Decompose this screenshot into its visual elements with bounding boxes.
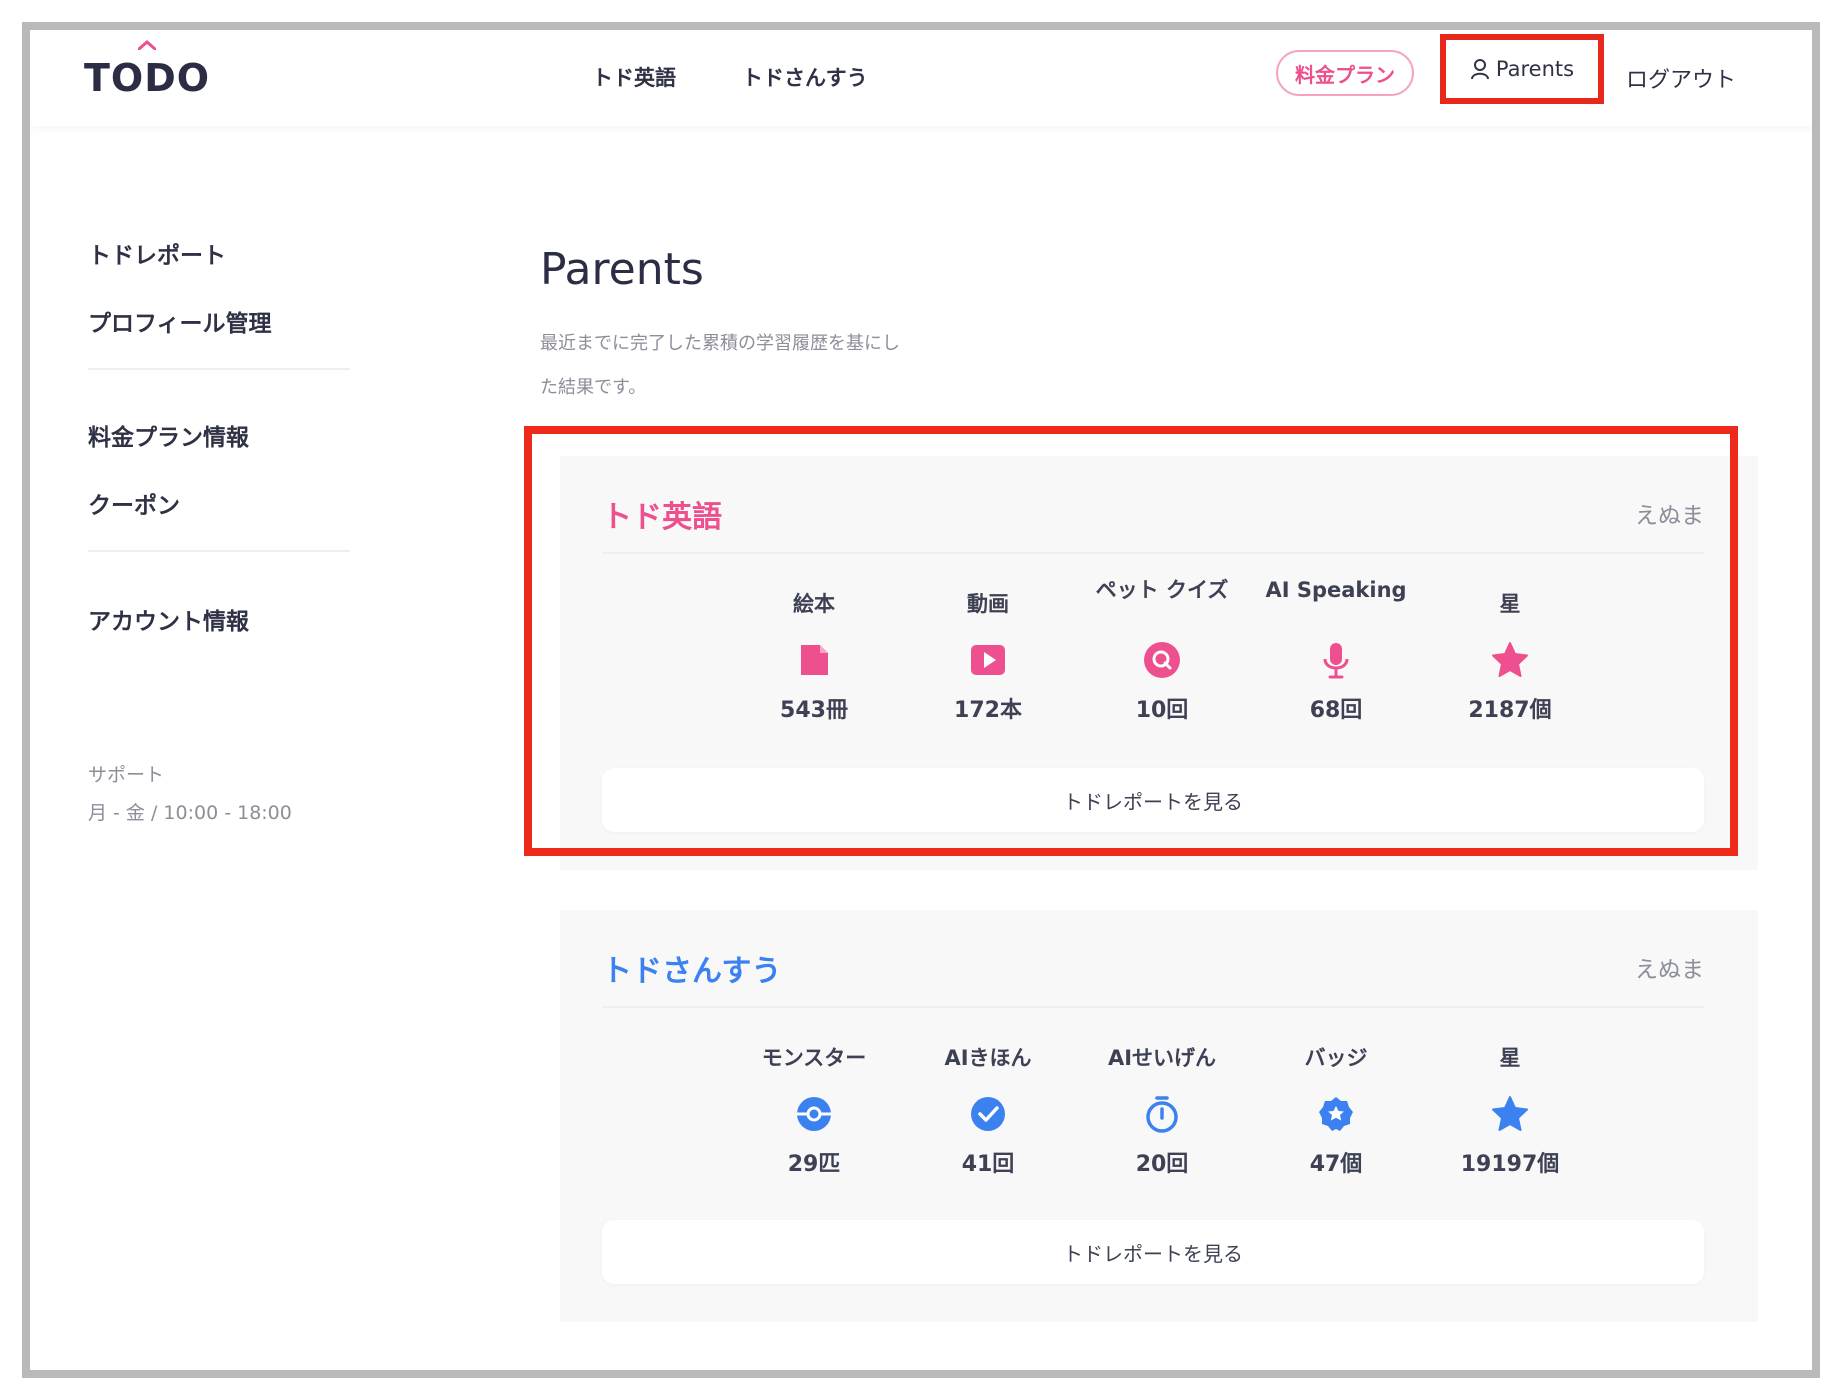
sidebar-divider (88, 368, 350, 370)
check-circle-icon (971, 1097, 1005, 1131)
support-label: サポート (88, 764, 165, 786)
support-hours: 月 - 金 / 10:00 - 18:00 (88, 802, 292, 824)
stat-value: 47個 (1309, 1152, 1363, 1177)
sidebar-item-plan[interactable]: 料金プラン情報 (88, 418, 249, 452)
sidebar-divider (88, 550, 350, 552)
user-icon (1470, 59, 1489, 80)
parents-button-label: Parents (1495, 57, 1575, 81)
stat-value: 29匹 (787, 1152, 841, 1177)
stat-value: 19197個 (1460, 1152, 1560, 1177)
app-window: TODO トド英語 トドさんすう 料金プラン Parents ログアウト トドレ… (22, 22, 1820, 1378)
math-report-button[interactable]: トドレポートを見る (602, 1220, 1704, 1284)
highlight-box (524, 426, 1738, 856)
stopwatch-icon (1146, 1096, 1178, 1133)
stat-label: 星 (1499, 1046, 1521, 1070)
nav-math[interactable]: トドさんすう (742, 62, 868, 92)
logout-link[interactable]: ログアウト (1626, 62, 1736, 94)
top-header: TODO トド英語 トドさんすう 料金プラン Parents ログアウト (30, 30, 1812, 126)
badge-icon (1319, 1097, 1353, 1131)
star-icon (1492, 1096, 1528, 1131)
stat-label: バッジ (1304, 1046, 1368, 1070)
monster-ball-icon (797, 1097, 831, 1131)
sidebar-item-account[interactable]: アカウント情報 (88, 602, 249, 636)
page-description: 最近までに完了した累積の学習履歴を基にした結果です。 (540, 333, 900, 398)
card-title: トドさんすう (602, 954, 782, 989)
stat-label: モンスター (761, 1046, 867, 1070)
stat-value: 20回 (1135, 1152, 1189, 1177)
math-card: トドさんすう えぬま モンスター 29匹 AIきほん 41回 AIせいげん 20… (560, 910, 1758, 1322)
card-divider (602, 1006, 1704, 1008)
nav-english[interactable]: トド英語 (592, 62, 676, 92)
logo-hat-icon (138, 40, 156, 50)
sidebar-item-coupon[interactable]: クーポン (88, 486, 180, 520)
page-title: Parents (540, 244, 704, 295)
stat-label: AIきほん (944, 1046, 1032, 1070)
sidebar-item-report[interactable]: トドレポート (88, 236, 226, 270)
plan-button[interactable]: 料金プラン (1276, 50, 1414, 96)
stat-label: AIせいげん (1107, 1046, 1217, 1070)
sidebar-item-profile[interactable]: プロフィール管理 (88, 304, 272, 338)
parents-button[interactable]: Parents (1440, 34, 1604, 104)
logo[interactable]: TODO (84, 56, 210, 100)
stat-value: 41回 (961, 1152, 1015, 1177)
card-user-name: えぬま (1635, 957, 1704, 983)
